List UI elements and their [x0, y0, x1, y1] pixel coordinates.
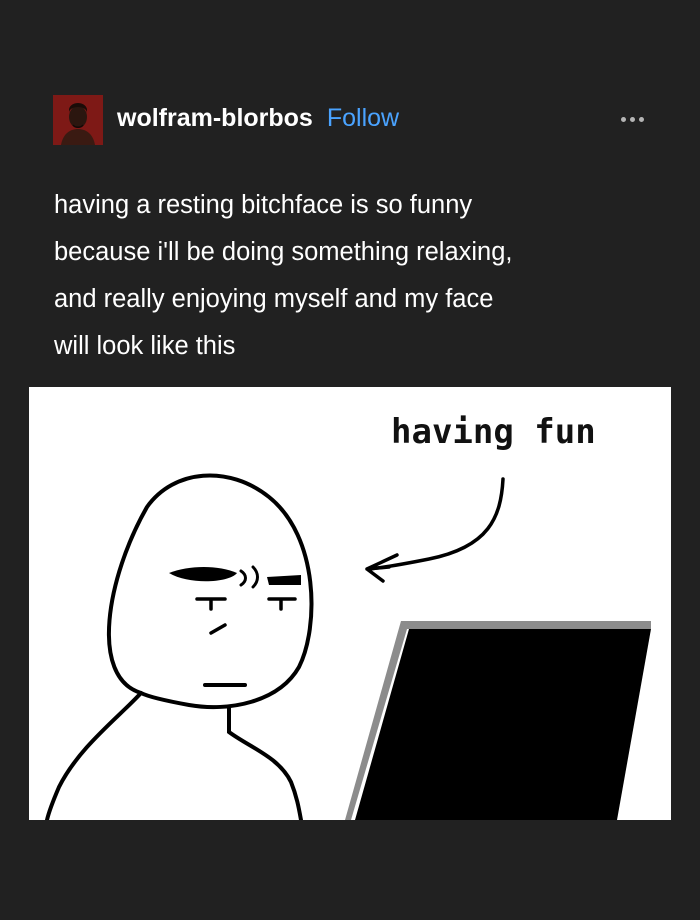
more-horizontal-icon	[620, 116, 626, 122]
eyebrow-wrinkle	[239, 565, 259, 589]
post-text: having a resting bitchface is so funny b…	[54, 191, 513, 360]
post-image[interactable]: having fun	[29, 387, 671, 820]
more-horizontal-icon-dot	[629, 116, 635, 122]
nose	[209, 623, 227, 635]
avatar[interactable]	[53, 95, 103, 145]
post-card: wolfram-blorbos Follow having a resting …	[0, 0, 700, 920]
right-eyebrow	[267, 575, 301, 585]
username[interactable]: wolfram-blorbos	[117, 104, 313, 133]
left-eye	[195, 597, 227, 611]
laptop-screen	[355, 629, 651, 820]
left-shoulder	[45, 691, 143, 820]
avatar-image	[53, 95, 103, 145]
post-header: wolfram-blorbos Follow	[53, 95, 399, 145]
left-eyebrow	[169, 567, 237, 582]
head-outline	[106, 473, 314, 710]
image-caption: having fun	[391, 412, 596, 452]
right-eye	[267, 597, 297, 611]
neck-right	[227, 705, 303, 820]
more-horizontal-icon-dot	[638, 116, 644, 122]
more-options-button[interactable]	[612, 106, 652, 132]
arrow-head	[365, 553, 399, 583]
follow-button[interactable]: Follow	[327, 104, 399, 133]
arrow-line	[367, 477, 505, 571]
